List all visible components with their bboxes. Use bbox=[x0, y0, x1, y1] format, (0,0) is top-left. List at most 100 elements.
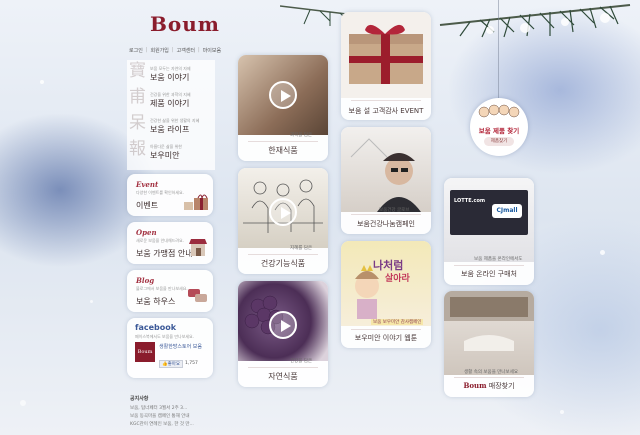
event-card-label: 이벤트 bbox=[136, 201, 159, 210]
nav-item-label: 보우미안 bbox=[150, 151, 180, 160]
tile-functional-food[interactable]: 지혜를 담은 건강기능식품 bbox=[238, 168, 328, 274]
tile-tag: 생활 속의 보움을 만나보세요 bbox=[464, 370, 518, 375]
open-card-label: 보움 가맹점 안내 bbox=[136, 249, 193, 258]
tile-gift-event[interactable]: 보움 설 고객감사 EVENT bbox=[341, 12, 431, 120]
menu-separator: | bbox=[171, 47, 174, 53]
facebook-page-name[interactable]: 생활한방스토어 보움 bbox=[159, 343, 209, 350]
login-link[interactable]: 로그인 bbox=[129, 47, 143, 54]
snowflake bbox=[560, 410, 564, 414]
tile-tag: 건강을 담은 bbox=[290, 359, 313, 364]
find-product-button[interactable]: 제품찾기 bbox=[484, 137, 514, 146]
blog-card-label: 보움 하우스 bbox=[136, 297, 176, 306]
tile-tag: 보움 제품을 온라인에서도 bbox=[474, 257, 523, 262]
facebook-like-button[interactable]: 👍좋아요 bbox=[159, 360, 184, 368]
brand-logo[interactable]: Boum bbox=[150, 12, 220, 36]
notice-item[interactable]: 보움, 탑너페터 3월서 2주 3... bbox=[130, 405, 225, 413]
tile-store-finder[interactable]: 생활 속의 보움을 만나보세요 Boum 매장찾기 bbox=[444, 291, 534, 397]
snowflake bbox=[40, 80, 44, 84]
tile-campaign-image bbox=[341, 127, 431, 212]
nav-item-label: 보움 라이프 bbox=[150, 125, 190, 134]
menu-separator: | bbox=[145, 47, 148, 53]
tile-caption: 보우미안 이야기 웹툰 bbox=[354, 334, 418, 342]
play-icon[interactable] bbox=[269, 198, 297, 226]
my-boum-link[interactable]: 마이보움 bbox=[203, 47, 221, 54]
customer-center-link[interactable]: 고객센터 bbox=[177, 47, 195, 54]
nav-item-label: 보움 이야기 bbox=[150, 73, 190, 82]
open-card-title: Open bbox=[136, 228, 157, 237]
event-card[interactable]: Event 다양한 이벤트를 확인하세요. 이벤트 bbox=[127, 174, 213, 216]
caption-divider bbox=[454, 377, 524, 378]
notice-item[interactable]: 보움 동곡마을 캠페인 통해 안내 bbox=[130, 413, 225, 421]
blog-card[interactable]: Blog 블로그에서 보움을 만나보세요. 보움 하우스 bbox=[127, 270, 213, 312]
snowflake bbox=[20, 400, 26, 406]
tile-caption: 자연식품 bbox=[268, 372, 298, 381]
play-icon[interactable] bbox=[269, 81, 297, 109]
signup-link[interactable]: 회원가입 bbox=[151, 47, 169, 54]
ornament-string bbox=[498, 0, 499, 100]
tile-natural-food[interactable]: 건강을 담은 자연식품 bbox=[238, 281, 328, 387]
blog-card-desc: 블로그에서 보움을 만나보세요. bbox=[136, 286, 188, 291]
facebook-desc: 페이스북에서도 보움을 만나보세요. bbox=[135, 334, 195, 339]
blog-card-title: Blog bbox=[136, 276, 155, 285]
tile-caption: 건강기능식품 bbox=[260, 259, 306, 268]
facebook-card[interactable]: facebook 페이스북에서도 보움을 만나보세요. Boum 생활한방스토어… bbox=[127, 318, 213, 378]
open-card-desc: 새로운 보움을 안내해드려요. bbox=[136, 238, 184, 243]
tile-webtoon[interactable]: 나처럼 살아라 보움 보우미안 감사캠페인 보우미안 이야기 웹툰 bbox=[341, 241, 431, 348]
faces-illustration bbox=[478, 104, 520, 118]
snowflake bbox=[600, 250, 605, 255]
online-brand-lotte: LOTTE.com bbox=[454, 198, 486, 204]
caption-divider bbox=[351, 100, 421, 101]
tile-tag: 과학을 담은 bbox=[290, 133, 313, 138]
tile-tag: 보움건강 글로브 bbox=[379, 208, 410, 213]
gift-box-icon bbox=[184, 194, 208, 210]
store-interior-illustration bbox=[444, 291, 534, 351]
tile-caption: 보움건강나눔캠페인 bbox=[357, 220, 415, 228]
online-brand-cjmall: CJmall bbox=[492, 204, 522, 218]
tile-gift-image bbox=[341, 12, 431, 98]
tile-tag: 보움 보우미안 감사캠페인 bbox=[371, 319, 424, 325]
hanja-watermark: 寶甫呆報 bbox=[129, 61, 146, 159]
notice-title: 공지사항 bbox=[130, 396, 149, 402]
gift-box-illustration bbox=[349, 24, 423, 84]
notice-board: 공지사항 보움, 탑너페터 3월서 2주 3... 보움 동곡마을 캠페인 통해… bbox=[130, 395, 225, 429]
notice-item[interactable]: KGC관이 연례인 보움, 한 것 만... bbox=[130, 421, 225, 429]
nav-item-bohemian[interactable]: 아름다운 삶을 위한 보우미안 bbox=[150, 144, 220, 161]
tile-caption: 보움 온라인 구매처 bbox=[461, 270, 517, 278]
event-card-title: Event bbox=[136, 180, 159, 189]
man-portrait-illustration bbox=[350, 138, 421, 212]
caption-divider bbox=[351, 329, 421, 330]
tile-health-campaign[interactable]: 보움건강 글로브 보움건강나눔캠페인 bbox=[341, 127, 431, 234]
facebook-like-label: 좋아요 bbox=[167, 362, 181, 367]
store-open-card[interactable]: Open 새로운 보움을 안내해드려요. 보움 가맹점 안내 bbox=[127, 222, 213, 264]
storefront-icon bbox=[189, 239, 207, 256]
store-logo: Boum bbox=[463, 381, 487, 390]
find-product-ornament[interactable]: 보움 제품 찾기 제품찾기 bbox=[470, 98, 528, 156]
facebook-like-count: 1,757 bbox=[185, 361, 198, 366]
nav-item-boum-story[interactable]: 보움 모두는 자연의 자제 보움 이야기 bbox=[150, 66, 220, 83]
store-caption-text: 매장찾기 bbox=[488, 382, 515, 390]
caption-divider bbox=[248, 254, 318, 255]
caption-divider bbox=[248, 141, 318, 142]
tile-caption: 보움 설 고객감사 EVENT bbox=[348, 107, 424, 115]
pine-branch-decoration bbox=[439, 4, 631, 38]
ornament-title: 보움 제품 찾기 bbox=[478, 127, 520, 135]
play-icon[interactable] bbox=[269, 311, 297, 339]
snowflake bbox=[90, 300, 93, 303]
nav-item-label: 제품 이야기 bbox=[150, 99, 190, 108]
tile-caption: 한재식품 bbox=[268, 146, 298, 155]
caption-divider bbox=[351, 214, 421, 215]
caption-divider bbox=[454, 265, 524, 266]
caption-divider bbox=[248, 367, 318, 368]
top-utility-menu: 로그인 | 회원가입 | 고객센터 | 마이보움 bbox=[129, 47, 249, 54]
event-card-desc: 다양한 이벤트를 확인하세요. bbox=[136, 190, 184, 195]
tile-store-image bbox=[444, 291, 534, 375]
tile-caption: Boum 매장찾기 bbox=[444, 381, 534, 391]
tile-online-purchase[interactable]: LOTTE.com CJmall 보움 제품을 온라인에서도 보움 온라인 구매… bbox=[444, 178, 534, 285]
nav-item-boum-life[interactable]: 건강한 삶을 위한 생활의 지혜 보움 라이프 bbox=[150, 118, 220, 135]
facebook-page-avatar: Boum bbox=[135, 342, 155, 362]
menu-separator: | bbox=[198, 47, 200, 53]
webtoon-banner-line2: 살아라 bbox=[385, 274, 410, 284]
facebook-title: facebook bbox=[135, 323, 177, 332]
nav-item-product-story[interactable]: 건강을 위한 과학의 지혜 제품 이야기 bbox=[150, 92, 220, 109]
tile-korean-food[interactable]: 과학을 담은 한재식품 bbox=[238, 55, 328, 161]
